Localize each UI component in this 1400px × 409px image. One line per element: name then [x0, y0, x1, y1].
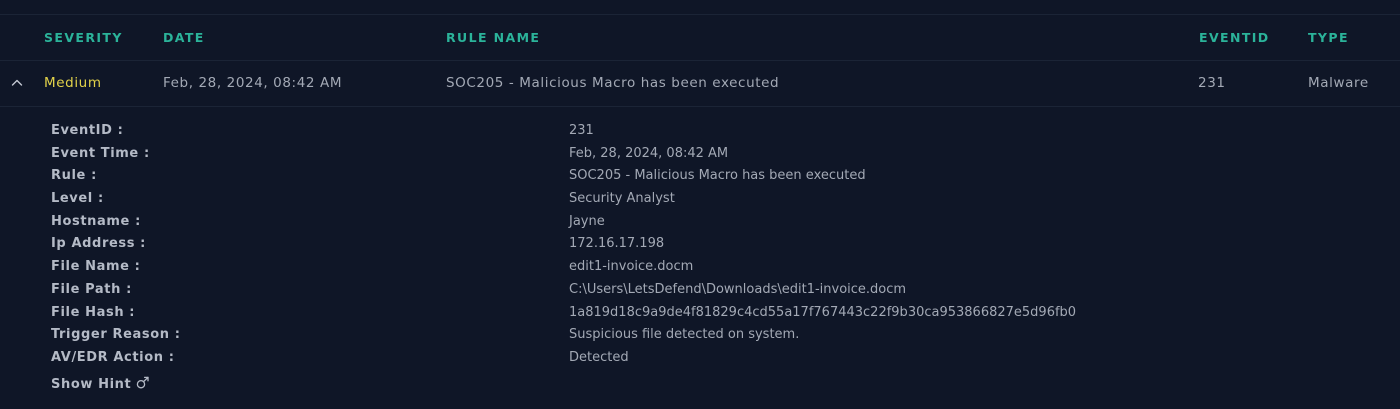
detail-value: SOC205 - Malicious Macro has been execut… [569, 168, 866, 184]
detail-label: Hostname : [51, 213, 141, 229]
detail-value: 1a819d18c9a9de4f81829c4cd55a17f767443c22… [569, 304, 1077, 320]
detail-label: File Name : [51, 259, 141, 275]
detail-label: Event Time : [51, 145, 150, 161]
detail-label: File Path : [51, 281, 132, 297]
alert-page: SEVERITY DATE RULE NAME EVENTID TYPE Med… [0, 0, 1400, 409]
header-rule-name[interactable]: RULE NAME [446, 30, 540, 45]
detail-row: File Hash : 1a819d18c9a9de4f81829c4cd55a… [0, 305, 1400, 328]
detail-label: Rule : [51, 168, 97, 184]
detail-label: Level : [51, 191, 104, 207]
alert-details: EventID : 231 Event Time : Feb, 28, 2024… [0, 123, 1400, 373]
detail-row: Level : Security Analyst [0, 191, 1400, 214]
header-type[interactable]: TYPE [1308, 30, 1349, 45]
detail-row: File Path : C:\Users\LetsDefend\Download… [0, 282, 1400, 305]
detail-label: EventID : [51, 123, 124, 138]
header-eventid[interactable]: EVENTID [1199, 30, 1270, 45]
chevron-up-icon[interactable] [10, 75, 24, 89]
detail-value: Jayne [569, 213, 605, 229]
detail-label: Trigger Reason : [51, 327, 181, 343]
detail-value: C:\Users\LetsDefend\Downloads\edit1-invo… [569, 281, 907, 297]
alert-rule-name: SOC205 - Malicious Macro has been execut… [446, 75, 780, 91]
detail-value: Security Analyst [569, 191, 675, 207]
detail-label: Ip Address : [51, 236, 146, 252]
detail-label: AV/EDR Action : [51, 349, 175, 365]
detail-row: Rule : SOC205 - Malicious Macro has been… [0, 168, 1400, 191]
detail-row: Ip Address : 172.16.17.198 [0, 236, 1400, 259]
alert-type: Malware [1308, 75, 1369, 91]
detail-row: Trigger Reason : Suspicious file detecte… [0, 327, 1400, 350]
detail-row: AV/EDR Action : Detected [0, 350, 1400, 373]
detail-label: File Hash : [51, 304, 136, 320]
header-date[interactable]: DATE [163, 30, 205, 45]
header-severity[interactable]: SEVERITY [44, 30, 123, 45]
detail-row: File Name : edit1-invoice.docm [0, 259, 1400, 282]
alert-eventid: 231 [1198, 75, 1226, 91]
detail-value: Detected [569, 349, 629, 365]
detail-row: EventID : 231 [0, 123, 1400, 146]
alert-date: Feb, 28, 2024, 08:42 AM [163, 75, 343, 91]
detail-value: Feb, 28, 2024, 08:42 AM [569, 145, 729, 161]
detail-row: Event Time : Feb, 28, 2024, 08:42 AM [0, 146, 1400, 169]
detail-value: 172.16.17.198 [569, 236, 665, 252]
show-hint-label: Show Hint [51, 377, 132, 392]
table-row[interactable]: Medium Feb, 28, 2024, 08:42 AM SOC205 - … [0, 61, 1400, 107]
detail-value: 231 [569, 123, 594, 138]
severity-badge: Medium [44, 75, 102, 91]
external-link-icon [137, 376, 149, 389]
show-hint-link[interactable]: Show Hint [51, 376, 150, 392]
table-header: SEVERITY DATE RULE NAME EVENTID TYPE [0, 15, 1400, 61]
detail-value: edit1-invoice.docm [569, 259, 694, 275]
detail-row: Hostname : Jayne [0, 214, 1400, 237]
detail-value: Suspicious file detected on system. [569, 327, 800, 343]
